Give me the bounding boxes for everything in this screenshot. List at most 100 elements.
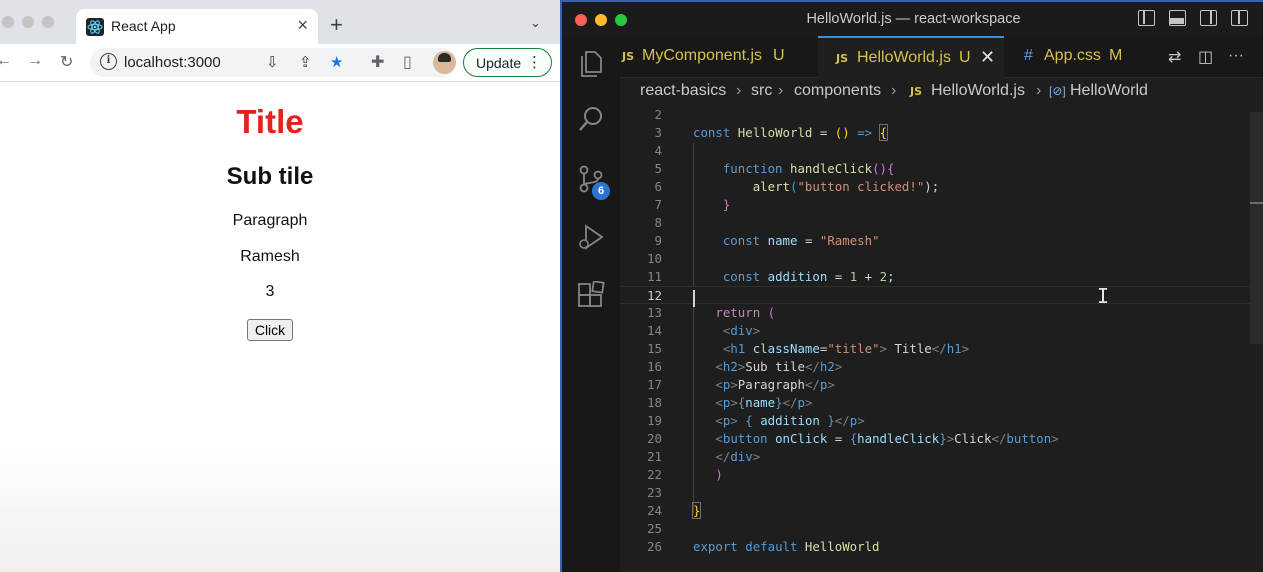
line-number: 5 (654, 161, 662, 176)
code-token: < (715, 413, 723, 428)
browser-tab-react-app[interactable]: React App × (76, 9, 318, 44)
code-token: h2 (722, 359, 738, 374)
code-line: 26 export default HelloWorld (620, 538, 1250, 556)
chevron-down-icon[interactable]: ⌄ (530, 15, 541, 31)
code-line: 23 (620, 484, 1250, 502)
line-number: 9 (654, 233, 662, 248)
explorer-icon[interactable] (576, 48, 606, 78)
reload-icon[interactable]: ↻ (60, 52, 73, 72)
code-token: <p>{name}</p> (693, 394, 812, 412)
vscode-window: HelloWorld.js — react-workspace 6 JS MyC… (560, 0, 1263, 572)
code-token: > (879, 341, 887, 356)
kebab-menu-icon[interactable]: ⋮ (527, 53, 542, 71)
extensions-icon[interactable] (576, 281, 606, 311)
tab-close-icon[interactable]: × (297, 15, 308, 36)
tab-helloworld[interactable]: JS HelloWorld.js U ✕ (818, 36, 1004, 78)
code-editor[interactable]: 2 3 const HelloWorld = () => { 4 5 functi… (620, 104, 1263, 572)
search-icon[interactable] (576, 104, 606, 134)
install-icon[interactable]: ⇩ (266, 53, 279, 71)
toggle-sidebar-icon[interactable] (1138, 10, 1155, 26)
address-bar[interactable]: i localhost:3000 ⇩ ⇪ ★ (90, 48, 456, 77)
breadcrumb-item[interactable]: react-basics (640, 82, 726, 100)
code-token: > (730, 413, 738, 428)
symbol-variable-icon: [⊘] (1049, 84, 1066, 98)
code-token: <h2>Sub tile</h2> (693, 358, 842, 376)
chevron-right-icon: › (736, 82, 742, 99)
breadcrumb-item[interactable]: HelloWorld.js (931, 82, 1025, 100)
code-token: </ (931, 341, 947, 356)
code-line: 3 const HelloWorld = () => { (620, 124, 1250, 142)
line-number: 7 (654, 197, 662, 212)
code-token: > (961, 341, 970, 356)
profile-avatar[interactable] (433, 51, 456, 74)
site-info-icon[interactable]: i (100, 53, 117, 70)
code-token: "Ramesh" (819, 233, 880, 248)
overview-ruler-mark (1250, 202, 1263, 204)
tab-app-css[interactable]: # App.css M (1004, 36, 1122, 78)
code-token: </ (804, 359, 820, 374)
window-minimize-dot[interactable] (22, 16, 34, 28)
window-zoom-dot[interactable] (42, 16, 54, 28)
code-token: className (752, 341, 820, 356)
window-close-dot[interactable] (2, 16, 14, 28)
code-token: <p> { addition }</p> (693, 412, 864, 430)
code-token: button (722, 431, 768, 446)
toggle-panel-icon[interactable] (1169, 10, 1186, 26)
click-button[interactable]: Click (247, 319, 293, 341)
side-panel-icon[interactable]: ▯ (403, 52, 412, 72)
breadcrumb-item[interactable]: HelloWorld (1070, 82, 1148, 100)
toggle-secondary-sidebar-icon[interactable] (1200, 10, 1217, 26)
chevron-right-icon: › (1036, 82, 1042, 99)
browser-window: React App × + ⌄ ← → ↻ i localhost:3000 ⇩… (0, 0, 560, 572)
window-title: HelloWorld.js — react-workspace (806, 11, 1021, 27)
update-button[interactable]: Update ⋮ (463, 48, 552, 77)
tab-label: HelloWorld.js (857, 49, 951, 66)
code-line: 10 (620, 250, 1250, 268)
code-token: ); (924, 179, 940, 194)
bookmark-star-icon[interactable]: ★ (330, 53, 343, 71)
new-tab-icon[interactable]: + (330, 12, 343, 38)
split-editor-icon[interactable]: ◫ (1198, 47, 1213, 67)
code-line: 7 } (620, 196, 1250, 214)
line-number: 24 (647, 503, 662, 518)
code-line: 9 const name = "Ramesh" (620, 232, 1250, 250)
rendered-page: Title Sub tile Paragraph Ramesh 3 Click (0, 83, 560, 572)
back-icon[interactable]: ← (0, 52, 12, 70)
code-token: name (745, 395, 776, 410)
forward-icon[interactable]: → (27, 52, 43, 70)
code-token: alert("button clicked!"); (693, 178, 940, 196)
code-token: return ( (693, 304, 775, 322)
code-token: addition (767, 269, 828, 284)
code-token: const addition = 1 + 2; (693, 268, 895, 286)
run-debug-icon[interactable] (576, 222, 606, 252)
code-token: </ (804, 377, 820, 392)
compare-changes-icon[interactable]: ⇄ (1168, 47, 1181, 67)
code-token: "button clicked!" (797, 179, 925, 194)
code-token: HelloWorld (804, 539, 880, 554)
customize-layout-icon[interactable] (1231, 10, 1248, 26)
tab-label: MyComponent.js (642, 47, 763, 64)
paragraph-text: Paragraph (232, 212, 308, 229)
code-token: } (693, 196, 730, 214)
tab-status: U (959, 49, 971, 66)
js-file-icon: JS (910, 85, 923, 98)
close-icon[interactable]: ✕ (980, 47, 995, 68)
code-token: = (827, 431, 850, 446)
code-token: Sub tile (745, 359, 805, 374)
tab-mycomponent[interactable]: JS MyComponent.js U (620, 36, 818, 78)
editor-scrollbar[interactable] (1250, 112, 1263, 344)
line-number: 4 (654, 143, 662, 158)
code-line: 2 (620, 106, 1250, 124)
code-token: div (730, 449, 753, 464)
code-token: > (752, 449, 761, 464)
vscode-titlebar: HelloWorld.js — react-workspace (562, 0, 1263, 36)
breadcrumb-item[interactable]: src (751, 82, 772, 100)
share-icon[interactable]: ⇪ (299, 53, 312, 71)
url-text[interactable]: localhost:3000 (124, 54, 221, 71)
breadcrumb-item[interactable]: components (794, 82, 881, 100)
activity-bar: 6 (562, 36, 620, 572)
code-token: <p>Paragraph</p> (693, 376, 834, 394)
chevron-right-icon: › (891, 82, 897, 99)
more-actions-icon[interactable]: ··· (1228, 47, 1244, 65)
extensions-icon[interactable]: ✚ (371, 52, 384, 72)
